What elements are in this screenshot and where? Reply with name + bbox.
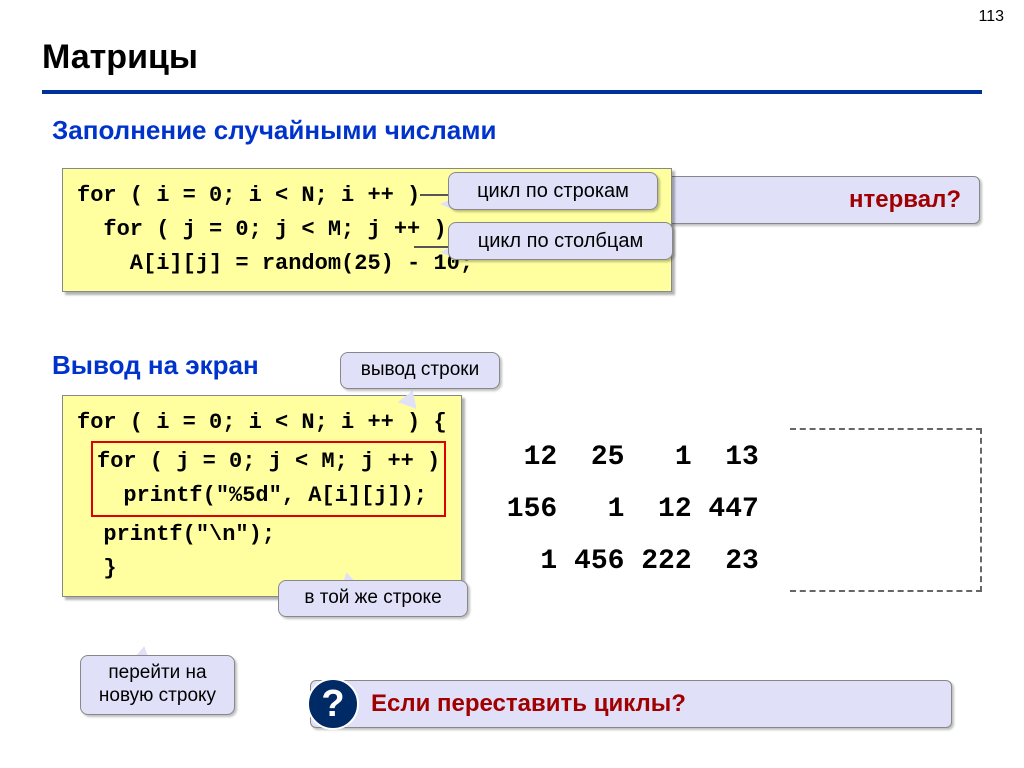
title-underline (42, 90, 982, 94)
highlighted-inner-loop: for ( j = 0; j < M; j ++ ) printf("%5d",… (91, 441, 446, 517)
question-box-swap-loops: ? Если переставить циклы? (310, 680, 952, 728)
code-line: printf("\n"); (77, 522, 275, 547)
code-line: for ( i = 0; i < N; i ++ ) (77, 183, 420, 208)
code-block-output: for ( i = 0; i < N; i ++ ) { for ( j = 0… (62, 395, 462, 597)
callout-loop-rows: цикл по строкам (448, 172, 658, 210)
subtitle-output: Вывод на экран (52, 350, 259, 381)
matrix-output-sample: 12 25 1 13 156 1 12 447 1 456 222 23 (490, 432, 759, 587)
code-line: A[i][j] = random(25) - 10; (77, 251, 473, 276)
code-line: for ( j = 0; j < M; j ++ ) (97, 449, 440, 474)
question-mark-icon: ? (307, 678, 359, 730)
matrix-dashed-box (790, 428, 982, 592)
code-line: printf("%5d", A[i][j]); (97, 483, 427, 508)
connector-line (420, 194, 450, 196)
callout-output-row: вывод строки (340, 352, 500, 389)
callout-newline: перейти на новую строку (80, 655, 235, 715)
callout-same-line: в той же строке (278, 580, 468, 617)
page-number: 113 (978, 8, 1004, 26)
code-line: for ( i = 0; i < N; i ++ ) { (77, 410, 447, 435)
code-line: } (77, 556, 117, 581)
subtitle-fill-random: Заполнение случайными числами (52, 115, 496, 146)
callout-loop-cols: цикл по столбцам (448, 222, 673, 260)
question-text-interval: нтервал? (849, 186, 979, 214)
question-text-swap: Если переставить циклы? (371, 690, 686, 718)
page-title: Матрицы (42, 38, 198, 77)
code-line: for ( j = 0; j < M; j ++ ) (77, 217, 447, 242)
